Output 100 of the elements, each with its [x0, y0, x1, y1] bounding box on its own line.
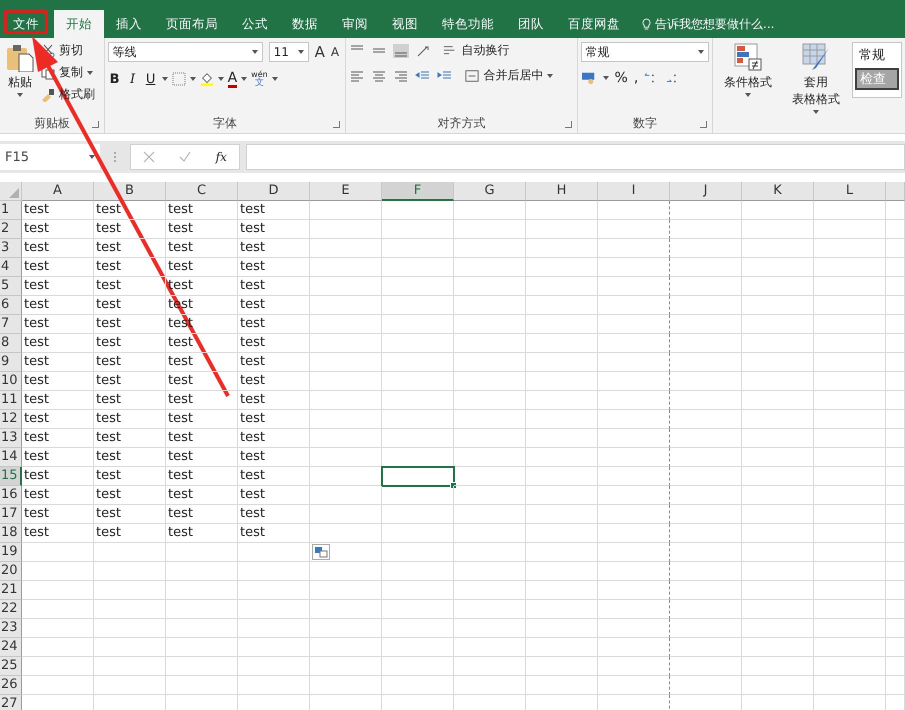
- ribbon-tab[interactable]: 公式: [230, 10, 280, 38]
- caret-icon[interactable]: [190, 77, 196, 81]
- caret-icon[interactable]: [162, 77, 168, 81]
- row-header[interactable]: 6: [0, 296, 22, 315]
- paste-options-icon[interactable]: [312, 544, 330, 560]
- align-center-icon[interactable]: [371, 68, 388, 82]
- caret-icon[interactable]: [17, 93, 23, 97]
- column-header[interactable]: J: [670, 182, 742, 201]
- grow-font-button[interactable]: A: [314, 43, 325, 61]
- caret-icon[interactable]: [602, 76, 608, 80]
- dialog-launcher-icon[interactable]: [92, 121, 99, 128]
- row-header[interactable]: 8: [0, 334, 22, 353]
- wrap-text-button[interactable]: 自动换行: [461, 42, 510, 59]
- row-header[interactable]: 22: [0, 600, 22, 619]
- row-header[interactable]: 2: [0, 220, 22, 239]
- caret-icon[interactable]: [745, 93, 751, 97]
- row-header[interactable]: 10: [0, 372, 22, 391]
- column-header[interactable]: L: [814, 182, 886, 201]
- row-header[interactable]: 17: [0, 505, 22, 524]
- style-normal[interactable]: 常规: [855, 45, 899, 65]
- borders-icon[interactable]: [172, 72, 186, 86]
- merge-center-button[interactable]: 合并后居中: [483, 67, 544, 84]
- copy-button[interactable]: 复制: [59, 64, 83, 81]
- row-header[interactable]: 4: [0, 258, 22, 277]
- caret-icon[interactable]: [252, 50, 258, 54]
- row-header[interactable]: 21: [0, 581, 22, 600]
- insert-function-button[interactable]: fx: [216, 150, 227, 164]
- row-header[interactable]: 3: [0, 239, 22, 258]
- ribbon-tab[interactable]: 团队: [506, 10, 556, 38]
- column-header[interactable]: K: [742, 182, 814, 201]
- percent-button[interactable]: %: [614, 70, 628, 86]
- caret-icon[interactable]: [241, 77, 248, 81]
- caret-icon[interactable]: [698, 50, 704, 54]
- ribbon-tab[interactable]: 开始: [54, 10, 104, 38]
- column-header[interactable]: C: [166, 182, 238, 201]
- caret-icon[interactable]: [813, 110, 819, 114]
- bold-button[interactable]: B: [108, 72, 122, 86]
- row-header[interactable]: 26: [0, 676, 22, 695]
- caret-icon[interactable]: [218, 77, 224, 81]
- paint-bucket-icon[interactable]: [200, 72, 214, 86]
- row-header[interactable]: 18: [0, 524, 22, 543]
- ribbon-tab[interactable]: 百度网盘: [556, 10, 632, 38]
- row-header[interactable]: 11: [0, 391, 22, 410]
- font-color-button[interactable]: A: [228, 70, 238, 88]
- row-header[interactable]: 14: [0, 448, 22, 467]
- align-right-icon[interactable]: [393, 68, 410, 82]
- column-header[interactable]: H: [526, 182, 598, 201]
- format-as-table-button[interactable]: 套用 表格格式: [792, 74, 840, 108]
- row-header[interactable]: 12: [0, 410, 22, 429]
- row-header[interactable]: 15: [0, 467, 22, 486]
- font-name-field[interactable]: 等线: [108, 42, 263, 62]
- row-header[interactable]: 20: [0, 562, 22, 581]
- ribbon-tab[interactable]: 视图: [380, 10, 430, 38]
- align-left-icon[interactable]: [349, 68, 366, 82]
- row-header[interactable]: 5: [0, 277, 22, 296]
- dialog-launcher-icon[interactable]: [564, 121, 572, 128]
- row-header[interactable]: 13: [0, 429, 22, 448]
- row-header[interactable]: 23: [0, 619, 22, 638]
- formula-input[interactable]: [246, 144, 905, 170]
- underline-button[interactable]: U: [144, 72, 158, 86]
- italic-button[interactable]: I: [126, 72, 140, 86]
- money-icon[interactable]: [580, 71, 596, 85]
- font-size-field[interactable]: 11: [268, 42, 309, 62]
- column-header[interactable]: I: [598, 182, 670, 201]
- phonetic-button[interactable]: wén 文: [251, 70, 268, 88]
- caret-icon[interactable]: [547, 74, 554, 78]
- ribbon-tab[interactable]: 页面布局: [154, 10, 230, 38]
- row-header[interactable]: 7: [0, 315, 22, 334]
- row-header[interactable]: 1: [0, 201, 22, 220]
- row-header[interactable]: 27: [0, 695, 22, 710]
- ribbon-tab[interactable]: 特色功能: [430, 10, 506, 38]
- tell-me-field[interactable]: 告诉我您想要做什么...: [655, 16, 774, 32]
- cut-button[interactable]: 剪切: [59, 42, 83, 59]
- caret-icon[interactable]: [87, 70, 93, 74]
- dialog-launcher-icon[interactable]: [333, 121, 340, 128]
- shrink-font-button[interactable]: A: [330, 45, 340, 59]
- orientation-icon[interactable]: [415, 44, 432, 58]
- check-icon[interactable]: [179, 151, 192, 163]
- comma-button[interactable]: ,: [634, 70, 638, 86]
- column-header[interactable]: F: [382, 182, 454, 201]
- row-header[interactable]: 24: [0, 638, 22, 657]
- ribbon-tab[interactable]: 审阅: [330, 10, 380, 38]
- caret-icon[interactable]: [89, 155, 95, 159]
- row-header[interactable]: 25: [0, 657, 22, 676]
- dialog-launcher-icon[interactable]: [700, 121, 707, 128]
- column-header[interactable]: D: [238, 182, 310, 201]
- row-header[interactable]: 16: [0, 486, 22, 505]
- ribbon-tab[interactable]: 插入: [104, 10, 154, 38]
- column-header[interactable]: B: [94, 182, 166, 201]
- row-header[interactable]: 9: [0, 353, 22, 372]
- name-box[interactable]: F15: [0, 144, 100, 170]
- row-header[interactable]: 19: [0, 543, 22, 562]
- caret-icon[interactable]: [298, 50, 304, 54]
- column-header[interactable]: A: [22, 182, 94, 201]
- conditional-formatting-button[interactable]: 条件格式: [724, 74, 772, 91]
- column-header[interactable]: E: [310, 182, 382, 201]
- paste-button[interactable]: 粘贴: [8, 74, 32, 91]
- column-header[interactable]: G: [454, 182, 526, 201]
- number-format-field[interactable]: 常规: [580, 42, 708, 62]
- ribbon-tab[interactable]: 数据: [280, 10, 330, 38]
